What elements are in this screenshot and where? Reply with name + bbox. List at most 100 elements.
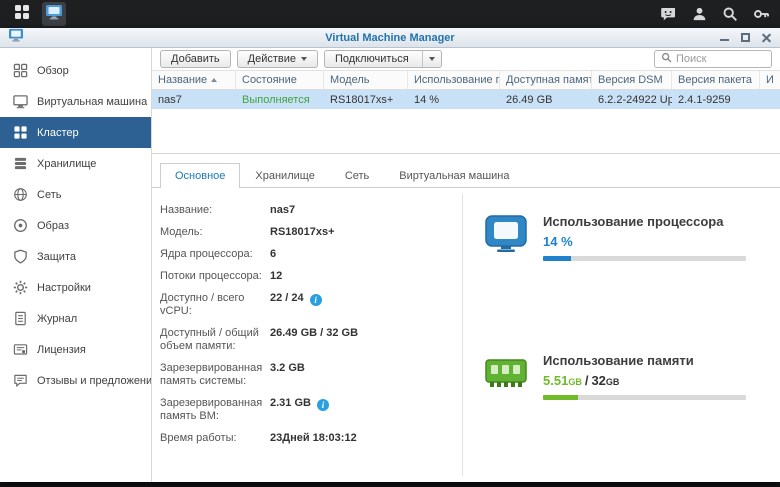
tab-network[interactable]: Сеть — [330, 163, 384, 188]
memory-usage-title: Использование памяти — [543, 353, 694, 368]
desktop-topbar — [0, 0, 780, 28]
table-row[interactable]: nas7 Выполняется RS18017xs+ 14 % 26.49 G… — [152, 90, 780, 109]
column-header-truncated[interactable]: И — [760, 71, 780, 89]
sidebar-item-label: Защита — [37, 250, 76, 263]
tab-storage[interactable]: Хранилище — [240, 163, 329, 188]
shield-icon — [13, 249, 28, 264]
connect-split-button: Подключиться — [323, 50, 442, 68]
close-icon[interactable] — [761, 32, 772, 43]
memory-usage-block: Использование памяти 5.51GB/32GB — [485, 353, 746, 400]
column-header-package-version[interactable]: Версия пакета — [672, 71, 760, 89]
sidebar-item-label: Настройки — [37, 281, 91, 294]
search-icon[interactable] — [722, 6, 738, 22]
key-icon[interactable] — [753, 6, 770, 22]
sidebar-item-settings[interactable]: Настройки — [0, 272, 151, 303]
sidebar-item-label: Сеть — [37, 188, 62, 201]
sidebar-item-log[interactable]: Журнал — [0, 303, 151, 334]
connect-button[interactable]: Подключиться — [325, 51, 417, 67]
tab-general[interactable]: Основное — [160, 163, 241, 189]
minimize-icon[interactable] — [719, 32, 730, 43]
cpu-usage-value: 14 % — [543, 234, 573, 249]
maximize-icon[interactable] — [740, 32, 751, 43]
column-header-name[interactable]: Название — [152, 71, 236, 89]
sidebar-item-image[interactable]: Образ — [0, 210, 151, 241]
connect-dropdown-button[interactable] — [421, 51, 441, 67]
field-reserved-system-memory: Зарезервированная память системы: 3.2 GB — [160, 362, 305, 387]
connect-button-label: Подключиться — [334, 53, 409, 65]
window-title: Virtual Machine Manager — [325, 31, 455, 44]
field-name: Название: nas7 — [160, 204, 296, 216]
chevron-down-icon — [300, 57, 307, 61]
memory-total: 32 — [591, 373, 606, 388]
info-icon[interactable]: i — [309, 294, 322, 306]
feedback-bubble-icon — [13, 373, 28, 388]
detail-tabs: Основное Хранилище Сеть Виртуальная маши… — [152, 163, 780, 189]
main-menu-button[interactable] — [10, 2, 34, 26]
sort-asc-icon — [211, 78, 218, 82]
sidebar-item-protection[interactable]: Защита — [0, 241, 151, 272]
license-card-icon — [13, 342, 28, 357]
cell-model: RS18017xs+ — [330, 93, 394, 106]
column-header-state[interactable]: Состояние — [236, 71, 324, 89]
sidebar-item-label: Кластер — [37, 126, 79, 139]
memory-usage-value: 5.51GB/32GB — [543, 373, 746, 388]
detail-panel: Основное Хранилище Сеть Виртуальная маши… — [152, 153, 780, 482]
action-button-label: Действие — [247, 53, 296, 65]
search-input[interactable] — [676, 53, 765, 65]
log-document-icon — [13, 311, 28, 326]
cell-package-version: 2.4.1-9259 — [678, 93, 731, 106]
memory-separator: / — [584, 373, 589, 388]
memory-total-unit: GB — [605, 377, 620, 387]
main-content: Добавить Действие Подключиться Поиск Наз… — [152, 48, 780, 482]
user-icon[interactable] — [692, 6, 707, 22]
cell-available-memory: 26.49 GB — [506, 93, 553, 106]
memory-usage-bar — [543, 395, 746, 400]
sidebar-item-virtual-machine[interactable]: Виртуальная машина — [0, 86, 151, 117]
sidebar-item-network[interactable]: Сеть — [0, 179, 151, 210]
sidebar-item-label: Лицензия — [37, 343, 86, 356]
action-button[interactable]: Действие — [236, 50, 318, 68]
cell-cpu-usage: 14 % — [414, 93, 440, 106]
column-header-model[interactable]: Модель — [324, 71, 408, 89]
memory-icon — [485, 354, 527, 400]
sidebar-item-feedback[interactable]: Отзывы и предложения — [0, 365, 151, 396]
tab-virtual-machine[interactable]: Виртуальная машина — [384, 163, 524, 188]
column-header-dsm-version[interactable]: Версия DSM — [592, 71, 672, 89]
window-controls — [719, 32, 772, 43]
cpu-usage-bar-fill — [543, 256, 572, 261]
sidebar-item-label: Отзывы и предложения — [37, 374, 151, 387]
image-disc-icon — [13, 218, 28, 233]
cell-dsm-version: 6.2.2-24922 Upda... — [598, 93, 672, 106]
column-header-available-memory[interactable]: Доступная память — [500, 71, 592, 89]
cpu-usage-title: Использование процессора — [543, 214, 724, 229]
storage-stack-icon — [13, 156, 28, 171]
add-button[interactable]: Добавить — [160, 50, 231, 68]
cpu-icon — [485, 215, 527, 261]
sidebar-item-overview[interactable]: Обзор — [0, 55, 151, 86]
sidebar: Обзор Виртуальная машина Кластер Хранили… — [0, 48, 152, 482]
detail-fields: Название: nas7 Модель: RS18017xs+ Ядра п… — [152, 188, 462, 482]
info-icon[interactable]: i — [316, 399, 329, 411]
window-titlebar[interactable]: Virtual Machine Manager — [0, 28, 780, 48]
memory-used-unit: GB — [568, 377, 582, 387]
field-uptime: Время работы: 23Дней 18:03:12 — [160, 432, 357, 444]
search-box[interactable] — [654, 50, 772, 68]
network-globe-icon — [13, 187, 28, 202]
table-empty-area — [152, 109, 780, 153]
sidebar-item-license[interactable]: Лицензия — [0, 334, 151, 365]
field-vcpu: Доступно / всего vCPU: 22 / 24 i — [160, 292, 452, 318]
sidebar-item-label: Образ — [37, 219, 70, 232]
sidebar-item-label: Обзор — [37, 64, 69, 77]
usage-panel: Использование процессора 14 % Использова… — [463, 188, 780, 482]
sidebar-item-cluster[interactable]: Кластер — [0, 117, 151, 148]
memory-usage-bar-fill — [543, 395, 578, 400]
sidebar-item-storage[interactable]: Хранилище — [0, 148, 151, 179]
column-header-cpu-usage[interactable]: Использование п... — [408, 71, 500, 89]
gear-icon — [13, 280, 28, 295]
chat-icon[interactable] — [660, 6, 677, 22]
add-button-label: Добавить — [171, 53, 220, 65]
field-cpu-cores: Ядра процессора: 6 — [160, 248, 277, 260]
taskbar-vmm-app-button[interactable] — [42, 2, 66, 26]
cluster-icon — [13, 125, 28, 140]
chevron-down-icon — [428, 57, 435, 61]
